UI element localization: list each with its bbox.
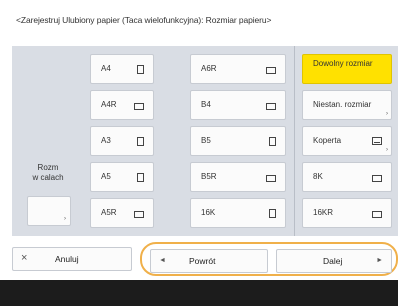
submenu-arrow-icon: ›	[64, 216, 66, 222]
size-b5r-button[interactable]: B5R	[190, 162, 286, 192]
landscape-paper-icon	[266, 175, 276, 182]
portrait-paper-icon	[137, 173, 144, 182]
arrow-right-icon: ►	[376, 257, 383, 264]
inch-column: Rozm w calach ›	[12, 46, 84, 236]
portrait-paper-icon	[137, 65, 144, 74]
size-a4r-button[interactable]: A4R	[90, 90, 154, 120]
inch-sizes-label: Rozm w calach	[32, 163, 64, 182]
navigation-highlight: ◄ Powrót Dalej ►	[140, 242, 398, 276]
size-8k-button[interactable]: 8K	[302, 162, 392, 192]
landscape-paper-icon	[134, 103, 144, 110]
screen-title: <Zarejestruj Ulubiony papier (Taca wielo…	[16, 15, 272, 25]
envelope-icon	[372, 137, 382, 145]
envelope-button[interactable]: Koperta ›	[302, 126, 392, 156]
inch-sizes-button[interactable]: ›	[27, 196, 71, 226]
custom-size-button[interactable]: Niestan. rozmiar ›	[302, 90, 392, 120]
submenu-arrow-icon: ›	[386, 147, 388, 153]
paper-size-panel: Rozm w calach › A4 A4R A3 A5 A5R A6R B4 …	[12, 46, 398, 236]
footer-bar: × Anuluj ◄ Powrót Dalej ►	[12, 242, 398, 276]
size-16kr-button[interactable]: 16KR	[302, 198, 392, 228]
landscape-paper-icon	[266, 103, 276, 110]
size-a3-button[interactable]: A3	[90, 126, 154, 156]
size-a6r-button[interactable]: A6R	[190, 54, 286, 84]
submenu-arrow-icon: ›	[386, 111, 388, 117]
status-bar	[0, 280, 398, 306]
portrait-paper-icon	[137, 137, 144, 146]
size-a5r-button[interactable]: A5R	[90, 198, 154, 228]
column-divider	[294, 46, 295, 236]
landscape-paper-icon	[134, 211, 144, 218]
portrait-paper-icon	[269, 209, 276, 218]
size-b4-button[interactable]: B4	[190, 90, 286, 120]
size-a4-button[interactable]: A4	[90, 54, 154, 84]
landscape-paper-icon	[372, 175, 382, 182]
cancel-button[interactable]: × Anuluj	[12, 247, 132, 271]
back-button[interactable]: ◄ Powrót	[150, 249, 268, 273]
close-icon: ×	[21, 252, 28, 264]
landscape-paper-icon	[372, 211, 382, 218]
arrow-left-icon: ◄	[159, 257, 166, 264]
free-size-button[interactable]: Dowolny rozmiar	[302, 54, 392, 84]
size-16k-button[interactable]: 16K	[190, 198, 286, 228]
next-button[interactable]: Dalej ►	[276, 249, 392, 273]
size-b5-button[interactable]: B5	[190, 126, 286, 156]
landscape-paper-icon	[266, 67, 276, 74]
size-a5-button[interactable]: A5	[90, 162, 154, 192]
portrait-paper-icon	[269, 137, 276, 146]
